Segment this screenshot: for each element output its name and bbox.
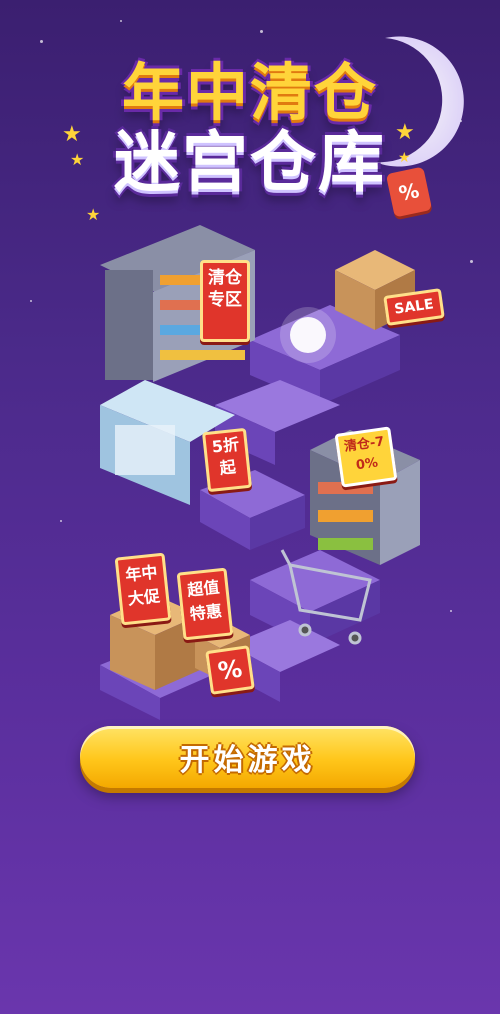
sign-discount: 5折起 — [201, 427, 253, 493]
star-decoration — [40, 40, 43, 43]
sign-mid-year-promo: 年中大促 — [114, 552, 172, 626]
sign-great-value: 超值特惠 — [176, 567, 234, 641]
star-decoration — [260, 30, 263, 33]
title-line-1: 年中清仓 — [121, 56, 378, 129]
sign-clearance-zone: 清仓专区 — [200, 260, 250, 342]
star-decoration — [120, 20, 122, 22]
start-game-button[interactable]: 开始游戏 — [80, 726, 415, 788]
sign-clearance-70: 清仓-70% — [334, 426, 398, 488]
sign-percent: % — [205, 645, 255, 695]
start-game-label: 开始游戏 — [179, 743, 316, 778]
